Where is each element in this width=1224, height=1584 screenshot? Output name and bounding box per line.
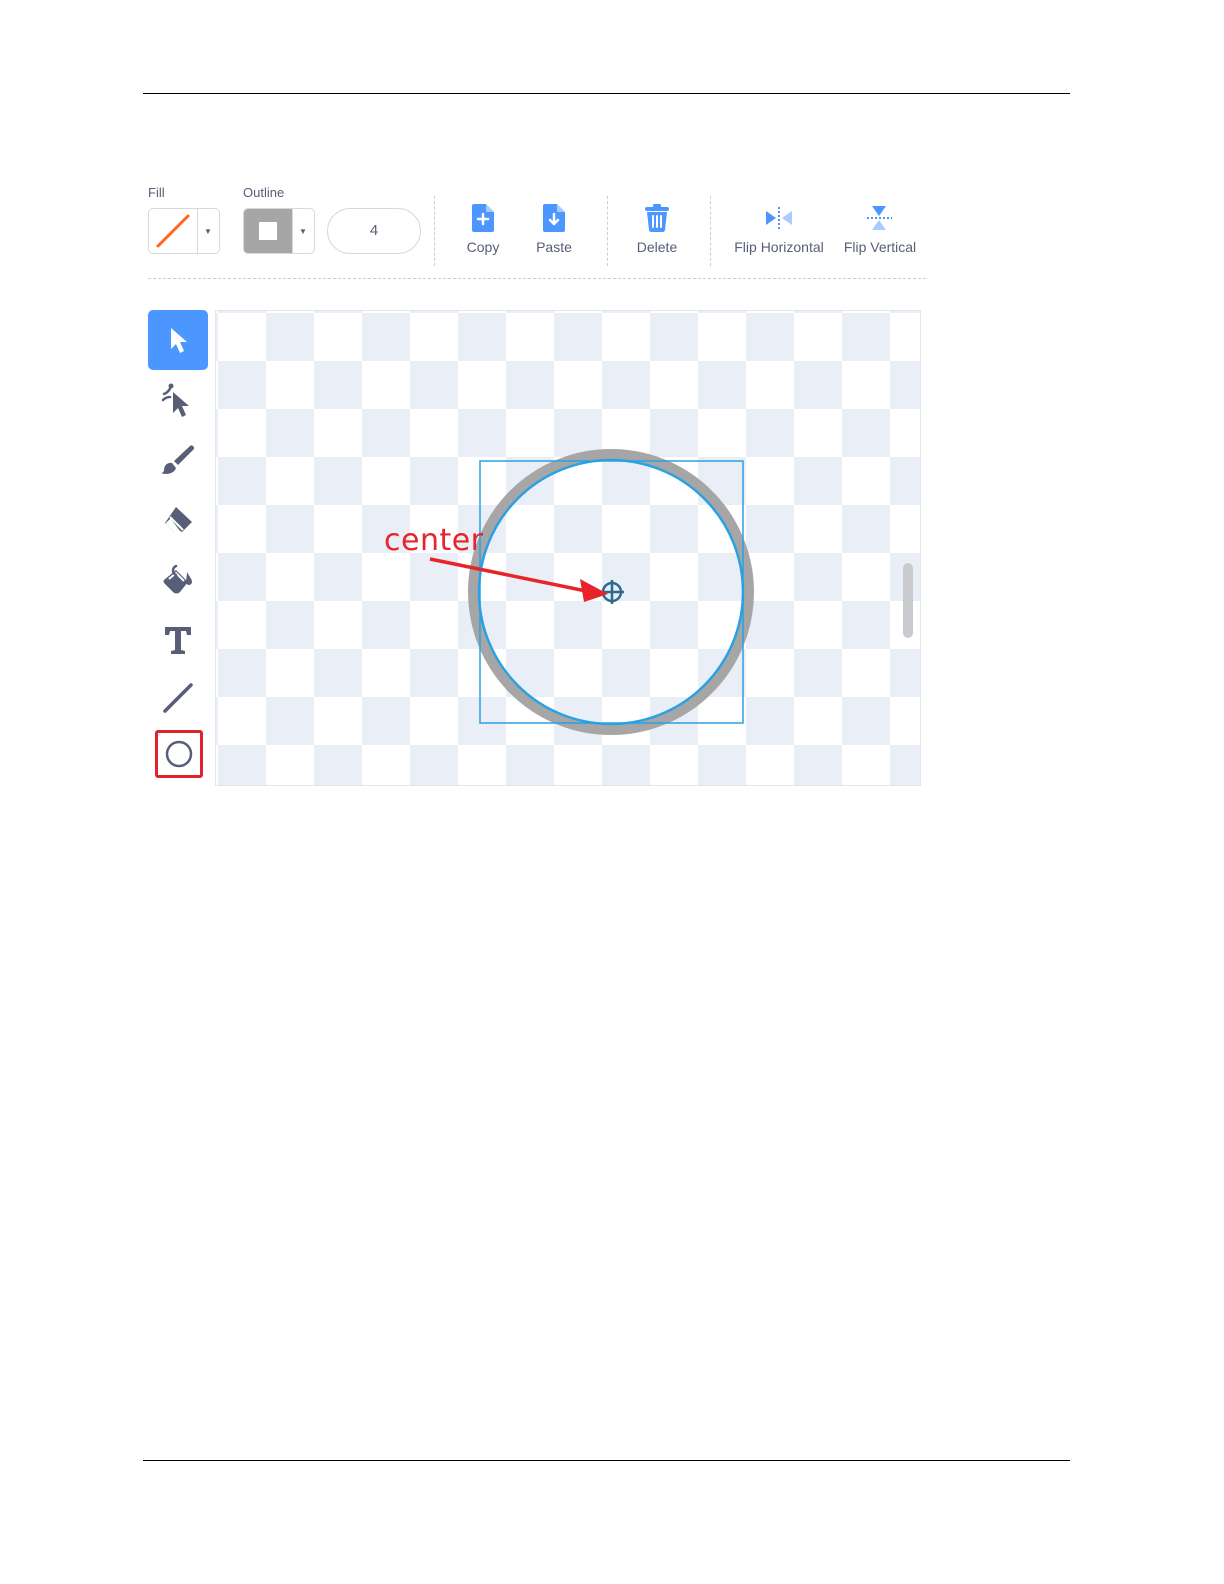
canvas-overlay <box>429 449 754 735</box>
annotation-label: center <box>384 523 484 558</box>
annotation-arrow <box>429 557 608 602</box>
